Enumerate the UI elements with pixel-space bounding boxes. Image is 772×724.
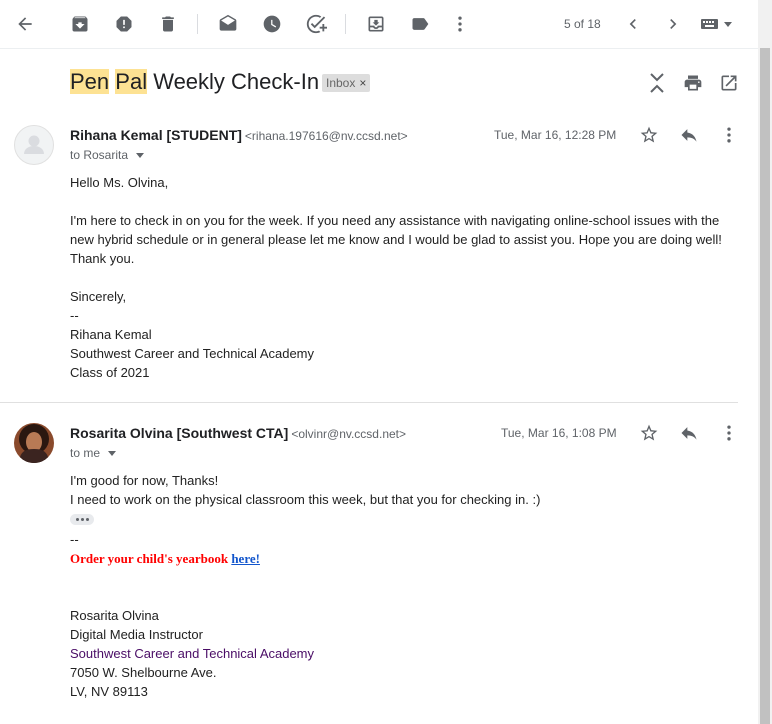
add-task-icon[interactable] [304, 12, 328, 36]
toolbar-separator [197, 14, 198, 34]
snooze-icon[interactable] [260, 12, 284, 36]
back-icon[interactable] [13, 12, 37, 36]
inbox-label-chip: Inbox × [322, 74, 371, 92]
star-icon[interactable] [637, 421, 661, 445]
chevron-down-icon [136, 152, 145, 158]
message-1-recipients[interactable]: to Rosarita [70, 148, 145, 162]
scrollbar-thumb[interactable] [760, 48, 770, 724]
mark-unread-icon[interactable] [216, 12, 240, 36]
email-subject: Pen Pal Weekly Check-In [70, 69, 319, 95]
recipient-summary: to me [70, 446, 101, 460]
remove-label-icon[interactable]: × [359, 76, 366, 90]
subject-highlight-2: Pal [115, 69, 148, 94]
message-2-sender[interactable]: Rosarita Olvina [Southwest CTA] <olvinr@n… [70, 425, 406, 441]
toolbar: 5 of 18 [0, 0, 758, 49]
message-1-date: Tue, Mar 16, 12:28 PM [494, 128, 617, 142]
pager-count: 5 of 18 [564, 17, 601, 31]
sender-name: Rosarita Olvina [Southwest CTA] [70, 425, 289, 441]
subject-highlight-1: Pen [70, 69, 110, 94]
yearbook-promo-text: Order your child's yearbook [70, 551, 232, 566]
signature-address: 7050 W. Shelbourne Ave. [70, 665, 217, 680]
move-to-icon[interactable] [364, 12, 388, 36]
sender-email: <olvinr@nv.ccsd.net> [291, 427, 407, 441]
input-tools-button[interactable] [700, 12, 736, 36]
message-1-body-line: new hybrid schedule or in general please… [70, 232, 722, 247]
message-1-body-line: Hello Ms. Olvina, [70, 175, 169, 190]
message-2-recipients[interactable]: to me [70, 446, 117, 460]
message-more-icon[interactable] [717, 123, 741, 147]
open-in-new-window-icon[interactable] [718, 72, 740, 94]
signature-school: Southwest Career and Technical Academy [70, 646, 315, 661]
reply-icon[interactable] [677, 123, 701, 147]
yearbook-promo: Order your child's yearbook here! [70, 551, 260, 567]
report-spam-icon[interactable] [112, 12, 136, 36]
sender-name: Rihana Kemal [STUDENT] [70, 127, 242, 143]
message-1-body-line: Thank you. [70, 251, 135, 266]
show-trimmed-content-button[interactable] [70, 514, 94, 525]
message-2-date: Tue, Mar 16, 1:08 PM [501, 426, 617, 440]
label-icon[interactable] [408, 12, 432, 36]
message-1-body-line: Sincerely, [70, 289, 127, 304]
message-2-body-line: -- [70, 532, 79, 547]
message-1-body-line: I'm here to check in on you for the week… [70, 213, 720, 228]
yearbook-link[interactable]: here! [231, 551, 260, 566]
inbox-label-text: Inbox [326, 76, 356, 90]
message-1-body-line: Rihana Kemal [70, 327, 152, 342]
message-2-body-line: I'm good for now, Thanks! [70, 473, 219, 488]
signature-name: Rosarita Olvina [70, 608, 159, 623]
chevron-down-icon [108, 450, 117, 456]
sender-avatar-photo[interactable] [14, 423, 54, 463]
reply-icon[interactable] [677, 421, 701, 445]
message-1-body-line: Class of 2021 [70, 365, 150, 380]
message-more-icon[interactable] [717, 421, 741, 445]
sender-email: <rihana.197616@nv.ccsd.net> [244, 129, 408, 143]
signature-city: LV, NV 89113 [70, 684, 148, 699]
recipient-summary: to Rosarita [70, 148, 129, 162]
star-icon[interactable] [637, 123, 661, 147]
message-2-body-line: I need to work on the physical classroom… [70, 492, 541, 507]
signature-title: Digital Media Instructor [70, 627, 203, 642]
archive-icon[interactable] [68, 12, 92, 36]
chevron-right-icon[interactable] [661, 12, 685, 36]
sender-avatar-placeholder[interactable] [14, 125, 54, 165]
message-1-sender[interactable]: Rihana Kemal [STUDENT] <rihana.197616@nv.… [70, 127, 408, 143]
subject-rest: Weekly Check-In [153, 69, 320, 94]
message-1-body-line: -- [70, 308, 79, 323]
chevron-left-icon[interactable] [621, 12, 645, 36]
message-divider [0, 402, 738, 403]
print-icon[interactable] [682, 72, 704, 94]
toolbar-separator [345, 14, 346, 34]
message-1-body-line: Southwest Career and Technical Academy [70, 346, 315, 361]
more-icon[interactable] [448, 12, 472, 36]
delete-icon[interactable] [156, 12, 180, 36]
collapse-all-icon[interactable] [646, 72, 668, 94]
